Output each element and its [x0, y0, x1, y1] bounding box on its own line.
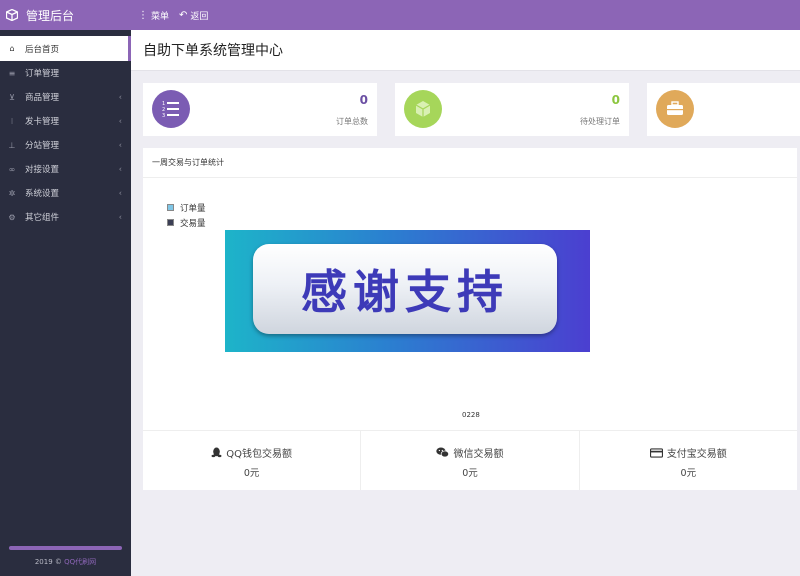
sitemap-icon: ⊥: [8, 140, 16, 150]
chevron-left-icon: ‹: [118, 188, 122, 198]
sidebar-item-orders[interactable]: ≡ 订单管理: [0, 61, 131, 85]
link-icon: ∞: [8, 164, 16, 174]
cube-icon: [415, 101, 431, 117]
summary-value: 0元: [243, 468, 260, 479]
qq-icon: [211, 447, 222, 458]
stat-value: 0: [359, 93, 368, 107]
top-menu: ⋮ 菜单 ↶ 返回: [138, 0, 218, 30]
sidebar-footer: 2019 © QQ代刷网: [0, 546, 131, 576]
vertical-dots-icon: ⋮: [138, 9, 148, 21]
chart-legend: 订单量 交易量: [167, 200, 206, 230]
legend-item-orders[interactable]: 订单量: [167, 200, 206, 215]
list-ordered-icon: 1 2 3: [162, 101, 179, 119]
chevron-left-icon: ‹: [118, 212, 122, 222]
menu-button-label: 菜单: [151, 11, 170, 22]
svg-text:3: 3: [162, 113, 165, 119]
back-button[interactable]: ↶ 返回: [179, 9, 208, 22]
legend-swatch: [167, 204, 174, 211]
summary-value: 0元: [680, 468, 697, 479]
summary-label: 微信交易额: [453, 449, 504, 460]
back-button-label: 返回: [190, 11, 209, 22]
sidebar-item-label: 系统设置: [25, 189, 60, 199]
sidebar-item-label: 发卡管理: [25, 117, 60, 127]
sidebar-item-docking[interactable]: ∞ 对接设置 ‹: [0, 157, 131, 181]
summary-qq-wallet: QQ钱包交易额 0元: [143, 431, 362, 490]
sidebar-item-components[interactable]: ⚙ 其它组件 ‹: [0, 205, 131, 229]
sidebar-item-label: 对接设置: [25, 165, 60, 175]
legend-label: 交易量: [180, 218, 206, 229]
copyright-link[interactable]: QQ代刷网: [64, 558, 96, 566]
sidebar-footer-bar: [9, 546, 122, 550]
payment-summary: QQ钱包交易额 0元 微信交易额 0元 支付宝交易额 0元: [143, 430, 797, 490]
summary-value: 0元: [462, 468, 478, 479]
stat-card-pending-orders: 0 待处理订单: [395, 83, 629, 136]
menu-button[interactable]: ⋮ 菜单: [138, 9, 169, 22]
copyright-year: 2019 ©: [34, 558, 65, 566]
thanks-banner-image: 感谢支持: [225, 230, 590, 352]
sidebar-item-substations[interactable]: ⊥ 分站管理 ‹: [0, 133, 131, 157]
x-axis-tick-label: 0228: [462, 411, 480, 419]
chevron-left-icon: ‹: [118, 164, 122, 174]
home-icon: ⌂: [9, 44, 15, 53]
sidebar-item-cards[interactable]: ⁝ 发卡管理 ‹: [0, 109, 131, 133]
sidebar-item-products[interactable]: ⊻ 商品管理 ‹: [0, 85, 131, 109]
stat-icon-circle: [656, 90, 694, 128]
sidebar-item-label: 商品管理: [25, 93, 60, 103]
gear-icon: ✲: [8, 188, 16, 198]
briefcase-icon: [667, 101, 683, 115]
stat-label: 待处理订单: [580, 117, 620, 126]
weekly-stats-panel: 一周交易与订单统计 订单量 交易量 感谢支持 0228 QQ钱包交易额 0元 微…: [143, 148, 797, 490]
stat-icon-circle: [404, 90, 442, 128]
thanks-banner-text: 感谢支持: [301, 265, 509, 319]
grid-icon: ⁝: [10, 116, 14, 126]
sidebar-item-label: 其它组件: [25, 213, 60, 223]
legend-label: 订单量: [180, 203, 206, 214]
top-bar: 管理后台 ⋮ 菜单 ↶ 返回: [0, 0, 800, 30]
sidebar-item-label: 后台首页: [25, 44, 60, 55]
chevron-left-icon: ‹: [118, 116, 122, 126]
stat-value: 0: [611, 93, 620, 107]
chevron-left-icon: ‹: [118, 140, 122, 150]
legend-item-volume[interactable]: 交易量: [167, 215, 206, 230]
sidebar-item-system[interactable]: ✲ 系统设置 ‹: [0, 181, 131, 205]
credit-card-icon: [649, 447, 663, 458]
copyright: 2019 © QQ代刷网: [0, 557, 131, 567]
cart-icon: ⊻: [9, 92, 15, 102]
stat-card-transactions: [647, 83, 800, 136]
summary-label: 支付宝交易额: [666, 449, 727, 460]
wechat-icon: [436, 447, 450, 458]
legend-swatch: [167, 219, 174, 226]
stat-card-total-orders: 1 2 3 0 订单总数: [143, 83, 377, 136]
sidebar-item-label: 分站管理: [25, 141, 60, 151]
brand-title: 管理后台: [26, 8, 75, 23]
thanks-banner-plate: 感谢支持: [253, 244, 557, 334]
sidebar-item-home[interactable]: ⌂ 后台首页: [0, 36, 131, 61]
summary-wechat: 微信交易额 0元: [361, 431, 580, 490]
brand[interactable]: 管理后台: [0, 0, 131, 30]
sidebar-item-label: 订单管理: [25, 69, 60, 79]
summary-label: QQ钱包交易额: [226, 449, 293, 460]
stat-icon-circle: 1 2 3: [152, 90, 190, 128]
chevron-left-icon: ‹: [118, 92, 122, 102]
list-icon: ≡: [8, 68, 16, 78]
panel-title: 一周交易与订单统计: [143, 148, 797, 178]
cogs-icon: ⚙: [8, 212, 16, 222]
stat-label: 订单总数: [336, 117, 368, 126]
page-title: 自助下单系统管理中心: [131, 30, 800, 71]
cube-logo-icon: [6, 9, 18, 21]
reply-arrow-icon: ↶: [179, 9, 188, 21]
sidebar: ⌂ 后台首页 ≡ 订单管理 ⊻ 商品管理 ‹ ⁝ 发卡管理 ‹ ⊥ 分站管理 ‹…: [0, 30, 131, 576]
summary-alipay: 支付宝交易额 0元: [580, 431, 797, 490]
